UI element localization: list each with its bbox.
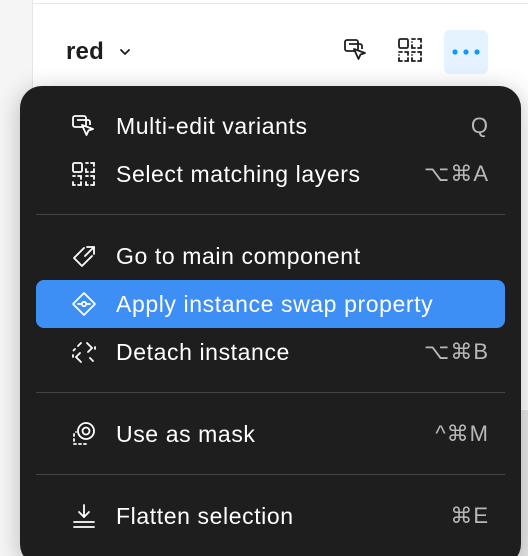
menu-item-use-as-mask[interactable]: Use as mask ^⌘M [36,410,505,458]
menu-item-label: Multi-edit variants [116,112,308,139]
screen: red Multi-edit variants Q Select matchin… [0,0,528,556]
menu-separator [36,474,505,475]
select-matching-layers-icon [396,36,424,69]
mask-icon [70,420,98,448]
more-options-button[interactable] [444,30,488,74]
detach-instance-icon [70,338,98,366]
multi-edit-variants-icon [341,36,369,69]
context-menu: Multi-edit variants Q Select matching la… [20,86,521,556]
menu-item-label: Go to main component [116,242,361,269]
menu-item-shortcut: ⌥⌘B [423,339,489,364]
chevron-down-icon [118,45,132,59]
multi-edit-variants-icon [70,112,98,140]
menu-item-label: Use as mask [116,420,256,447]
menu-item-label: Detach instance [116,338,290,365]
select-matching-layers-icon [70,160,98,188]
menu-item-apply-instance-swap-property[interactable]: Apply instance swap property [36,280,505,328]
instance-swap-icon [70,290,98,318]
menu-item-shortcut: ⌥⌘A [423,161,489,186]
menu-item-go-to-main-component[interactable]: Go to main component [36,232,505,280]
go-to-main-component-icon [70,242,98,270]
flatten-icon [70,502,98,530]
select-matching-layers-button[interactable] [388,30,432,74]
menu-item-shortcut: ⌘E [450,503,489,528]
menu-item-label: Apply instance swap property [116,290,434,317]
menu-item-shortcut: ^⌘M [435,421,489,446]
menu-item-select-matching-layers[interactable]: Select matching layers ⌥⌘A [36,150,505,198]
menu-item-shortcut: Q [470,113,489,138]
panel-divider [32,3,528,4]
instance-name: red [66,38,104,65]
menu-separator [36,392,505,393]
menu-item-label: Select matching layers [116,160,361,187]
menu-item-flatten-selection[interactable]: Flatten selection ⌘E [36,492,505,540]
menu-item-label: Flatten selection [116,502,294,529]
instance-selector[interactable]: red [66,30,132,74]
menu-item-detach-instance[interactable]: Detach instance ⌥⌘B [36,328,505,376]
menu-item-multi-edit-variants[interactable]: Multi-edit variants Q [36,102,505,150]
multi-edit-variants-button[interactable] [333,30,377,74]
more-horizontal-icon [450,43,482,61]
menu-separator [36,214,505,215]
